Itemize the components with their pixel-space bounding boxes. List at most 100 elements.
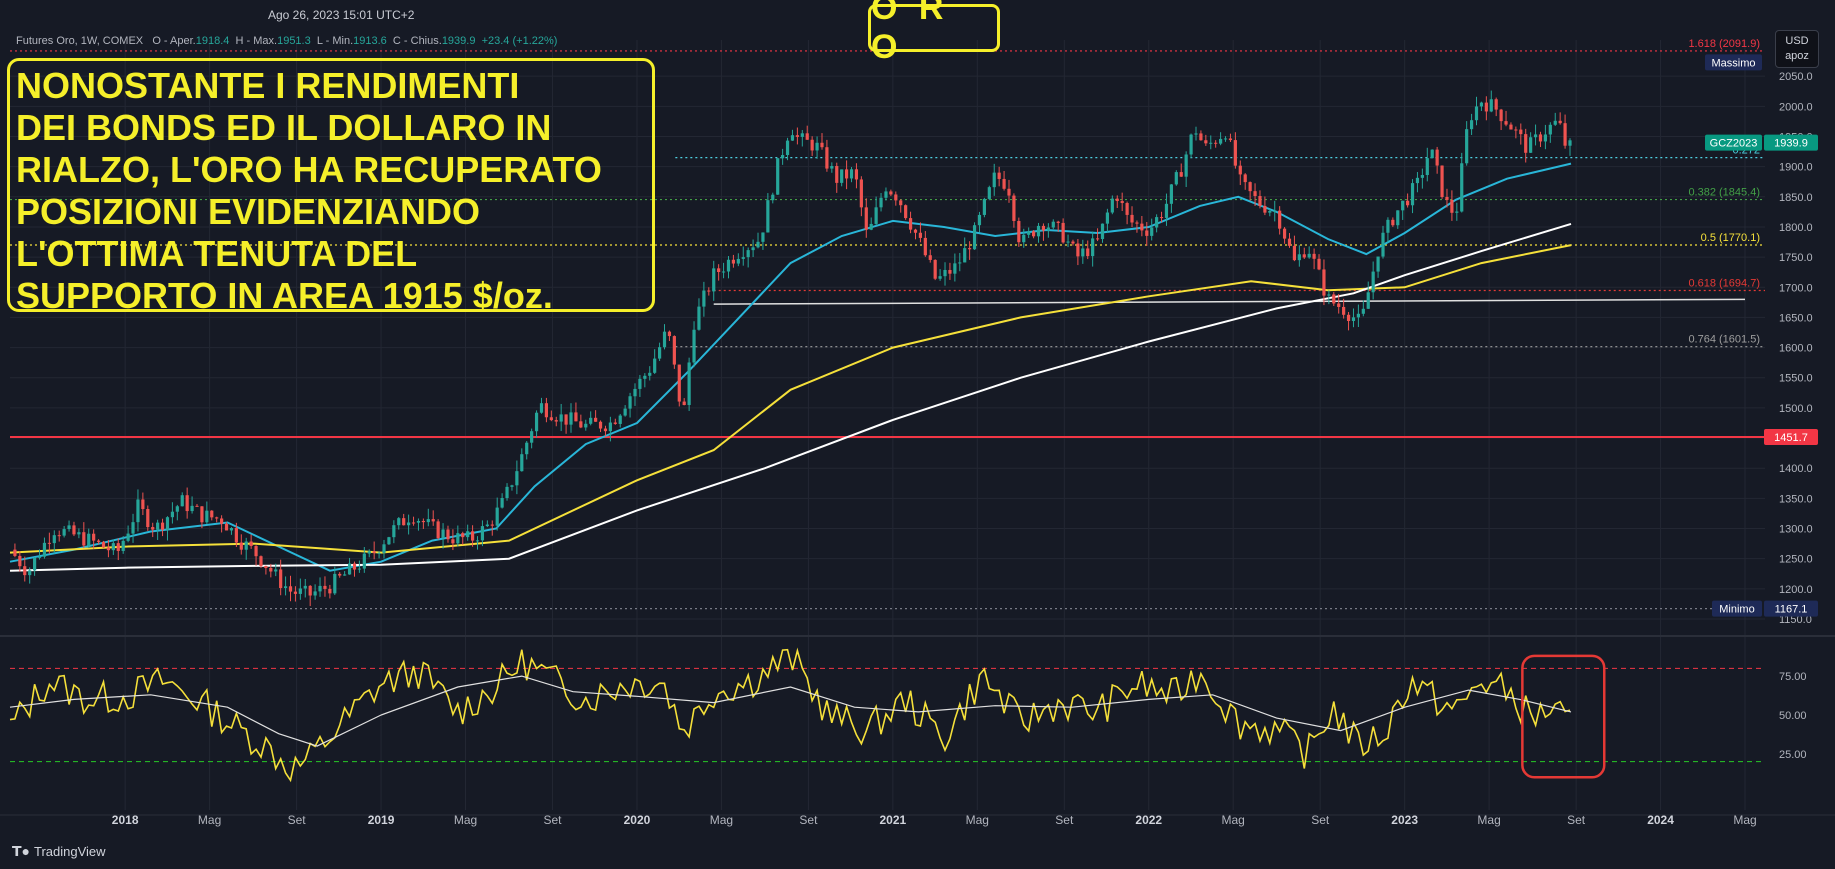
x-tick-label: Mag [454, 813, 477, 827]
candle-body [569, 412, 573, 425]
candle-body [52, 535, 56, 544]
tradingview-logo-text: TradingView [34, 844, 106, 859]
candle-body [1376, 256, 1380, 272]
candle-body [667, 331, 672, 337]
candle-body [67, 525, 71, 530]
candle-body [771, 194, 775, 201]
annotation-box: NONOSTANTE I RENDIMENTI DEI BONDS ED IL … [7, 58, 655, 316]
fib-level-label: 0.382 (1845.4) [1688, 187, 1760, 199]
x-tick-label: Set [288, 813, 307, 827]
y-tick-label: 1550.0 [1779, 373, 1813, 385]
candle-body [1563, 123, 1567, 146]
candle-body [131, 522, 135, 534]
candle-body [239, 542, 243, 550]
x-tick-label: Mag [1733, 813, 1756, 827]
candle-body [195, 505, 199, 507]
candle-body [894, 194, 898, 201]
candle-body [224, 523, 229, 531]
candle-body [1223, 138, 1228, 140]
high-value: 1951.3 [277, 35, 311, 47]
candle-body [953, 263, 957, 274]
candle-body [1479, 102, 1484, 107]
candle-body [151, 527, 155, 530]
candle-body [165, 517, 170, 530]
candle-body [33, 557, 37, 571]
fib-level-label: 0.764 (1601.5) [1688, 334, 1760, 346]
candle-body [1292, 245, 1297, 261]
candle-body [1346, 314, 1351, 321]
annotation-line: L'OTTIMA TENUTA DEL [16, 233, 418, 274]
candle-body [874, 207, 878, 224]
candle-body [1022, 234, 1026, 243]
candle-body [1474, 106, 1479, 121]
candle-body [815, 142, 819, 151]
candle-body [618, 415, 622, 424]
candle-body [904, 205, 908, 219]
candle-body [677, 364, 681, 402]
candle-body [13, 549, 17, 556]
candle-body [1051, 221, 1055, 228]
candle-body [1327, 294, 1331, 296]
candle-body [1066, 241, 1070, 243]
candle-body [466, 531, 470, 538]
y-tick-label: 1350.0 [1779, 493, 1813, 505]
candle-body [761, 232, 765, 242]
candle-body [987, 187, 991, 199]
candle-body [1297, 254, 1301, 261]
candle-body [781, 155, 785, 159]
candle-body [1406, 200, 1410, 206]
x-tick-label: Mag [1222, 813, 1245, 827]
tradingview-logo[interactable]: 𝗧● TradingView [12, 843, 106, 860]
candle-body [1164, 203, 1169, 218]
candle-body [205, 510, 209, 523]
candle-body [938, 276, 942, 279]
currency-unit-button[interactable]: USD apoz [1775, 30, 1819, 68]
candle-body [426, 519, 430, 523]
candle-body [249, 541, 253, 547]
candle-body [82, 532, 86, 546]
candle-body [594, 417, 598, 422]
candle-body [992, 172, 996, 188]
candle-body [1332, 294, 1336, 304]
candle-body [42, 542, 47, 557]
candle-body [1548, 124, 1552, 135]
candle-body [210, 510, 214, 518]
low-label: L - Min. [316, 35, 354, 47]
candle-body [1140, 223, 1144, 231]
x-tick-label: 2023 [1391, 813, 1418, 827]
candle-body [1524, 134, 1528, 153]
x-tick-label: 2020 [624, 813, 651, 827]
x-tick-label: 2024 [1647, 813, 1674, 827]
candle-body [1159, 217, 1164, 219]
candle-body [1538, 134, 1543, 142]
candle-body [495, 507, 499, 526]
symbol-name[interactable]: Futures Oro, 1W, COMEX [16, 35, 143, 47]
candle-body [343, 574, 347, 576]
candle-body [96, 540, 101, 542]
candle-body [57, 535, 61, 537]
candle-body [603, 428, 608, 432]
rsi-y-tick-label: 25.00 [1779, 749, 1807, 761]
y-tick-label: 1300.0 [1779, 524, 1813, 536]
candle-body [1312, 253, 1316, 259]
candle-body [416, 520, 421, 523]
candle-body [279, 569, 283, 589]
candle-body [795, 135, 799, 137]
candle-body [790, 135, 795, 141]
candle-body [1036, 225, 1041, 237]
chart-title: O R O [871, 0, 950, 66]
candle-body [1194, 133, 1198, 135]
candle-body [505, 486, 509, 499]
candle-body [1125, 203, 1129, 215]
candle-body [259, 556, 263, 566]
candle-body [687, 362, 691, 406]
candle-body [854, 169, 859, 180]
candle-body [377, 552, 381, 554]
candle-body [1238, 165, 1242, 175]
candle-body [638, 378, 642, 389]
candle-body [1440, 165, 1444, 197]
candle-body [92, 533, 96, 541]
y-tick-label: 1200.0 [1779, 584, 1813, 596]
candle-body [367, 551, 371, 554]
candle-body [726, 259, 731, 272]
